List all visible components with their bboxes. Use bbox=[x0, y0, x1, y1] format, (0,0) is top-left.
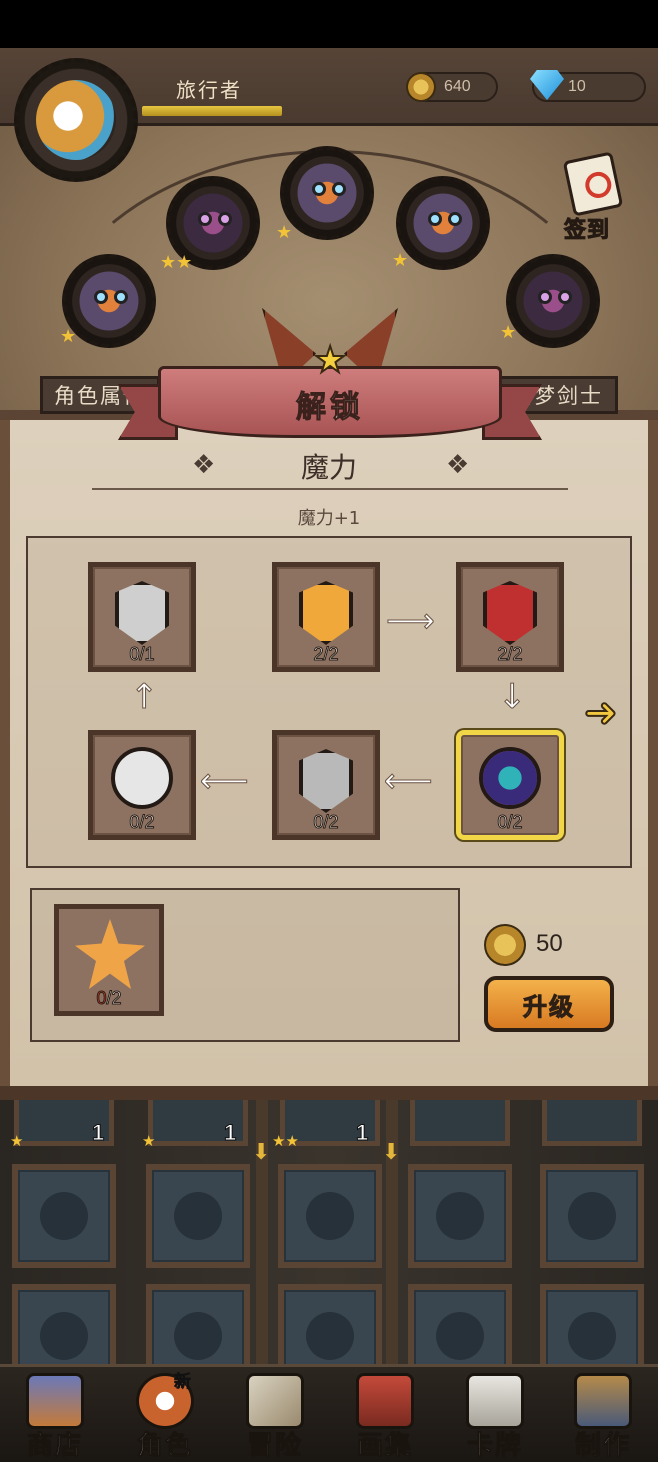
next-page-arrow-icon[interactable]: ➜ bbox=[583, 689, 618, 737]
companion-node-3[interactable] bbox=[280, 146, 374, 240]
nav-label: 角色 bbox=[136, 1431, 193, 1462]
nav-label: 画集 bbox=[356, 1431, 413, 1462]
new-badge: 新 bbox=[174, 1372, 192, 1393]
inventory-slot[interactable] bbox=[146, 1164, 250, 1268]
inventory-slot-partial[interactable] bbox=[410, 1100, 510, 1146]
companion-node-4[interactable] bbox=[396, 176, 490, 270]
star-icon: ★ bbox=[500, 322, 517, 343]
star-icon: ★ bbox=[10, 1132, 24, 1150]
checkin-label: 签到 bbox=[563, 217, 611, 244]
star-icon: ★ bbox=[276, 222, 293, 243]
nav-cards[interactable]: 卡牌 bbox=[440, 1367, 550, 1462]
gem-amount: 10 bbox=[568, 78, 586, 95]
skill-node-axe[interactable]: 0/2 bbox=[88, 730, 196, 840]
skill-node-count: 2/2 bbox=[313, 644, 339, 665]
nav-crafting[interactable]: 制作 bbox=[548, 1367, 658, 1462]
skill-node-sword[interactable]: 2/2 bbox=[272, 562, 380, 672]
star-shield-icon bbox=[115, 581, 169, 645]
player-avatar[interactable] bbox=[36, 80, 116, 160]
star-cookie-icon bbox=[75, 919, 145, 989]
checkin-button[interactable]: 签到 bbox=[558, 151, 634, 244]
inventory-slot[interactable] bbox=[12, 1284, 116, 1364]
star-icon: ★ bbox=[313, 339, 347, 382]
card-count: 1 bbox=[355, 1120, 369, 1146]
coin-icon bbox=[406, 72, 436, 102]
nav-gallery[interactable]: 画集 bbox=[330, 1367, 440, 1462]
axe-sword-circle-icon bbox=[111, 747, 173, 809]
gem-counter[interactable]: 10 bbox=[530, 70, 646, 102]
nav-adventure[interactable]: 冒险 bbox=[220, 1367, 330, 1462]
arrow-left-icon: ⟵ bbox=[384, 761, 434, 801]
castle-icon bbox=[26, 1373, 84, 1429]
banner-title: 解锁 bbox=[296, 390, 364, 426]
inventory-slot[interactable] bbox=[278, 1164, 382, 1268]
experience-bar bbox=[142, 106, 282, 116]
coin-icon bbox=[484, 924, 526, 966]
star-icon: ★ bbox=[142, 1132, 156, 1150]
upgrade-button[interactable]: 升级 bbox=[484, 976, 614, 1032]
inventory-slot[interactable] bbox=[408, 1284, 512, 1364]
heart-shield-icon bbox=[483, 581, 537, 645]
skill-node-swirl-selected[interactable]: 0/2 bbox=[456, 730, 564, 840]
skill-node-count: 0/1 bbox=[129, 644, 155, 665]
arrow-right-icon: ⟶ bbox=[386, 601, 436, 641]
inventory-slot[interactable] bbox=[146, 1284, 250, 1364]
inventory-slot[interactable] bbox=[540, 1164, 644, 1268]
skill-node-count: 0/2 bbox=[313, 812, 339, 833]
card-icon bbox=[466, 1373, 524, 1429]
card-count: 1 bbox=[223, 1120, 237, 1146]
nav-label: 卡牌 bbox=[466, 1431, 523, 1462]
nav-label: 冒险 bbox=[246, 1431, 303, 1462]
star-icon: ★★ bbox=[272, 1132, 299, 1150]
star-icon: ★ bbox=[60, 326, 77, 347]
anvil-icon bbox=[574, 1373, 632, 1429]
arrow-down-icon: ↓ bbox=[498, 677, 527, 717]
arrow-down-icon: ⬇ bbox=[382, 1140, 401, 1165]
inventory-slot[interactable] bbox=[540, 1284, 644, 1364]
companion-node-5[interactable] bbox=[506, 254, 600, 348]
skill-node-heart[interactable]: 2/2 bbox=[456, 562, 564, 672]
required-item-slot[interactable]: 0/2 bbox=[54, 904, 164, 1016]
arrow-left-icon: ⟵ bbox=[200, 761, 250, 801]
skill-node-count: 0/2 bbox=[129, 812, 155, 833]
card-count: 1 bbox=[91, 1120, 105, 1146]
bottom-navigation: 商店 新 角色 冒险 画集 卡牌 制作 bbox=[0, 1364, 658, 1462]
skill-node-count: 0/2 bbox=[497, 812, 523, 833]
skill-node-count: 2/2 bbox=[497, 644, 523, 665]
inventory-slot[interactable] bbox=[12, 1164, 116, 1268]
plain-shield-icon bbox=[299, 749, 353, 813]
sword-shield-icon bbox=[299, 581, 353, 645]
status-bar bbox=[0, 0, 658, 48]
inventory-slot-partial[interactable] bbox=[542, 1100, 642, 1146]
required-item-count: 0/2 bbox=[96, 988, 122, 1009]
coin-counter[interactable]: 640 bbox=[406, 72, 498, 102]
arrow-up-icon: ↑ bbox=[130, 677, 159, 717]
player-name: 旅行者 bbox=[176, 78, 242, 102]
skill-node-shield[interactable]: 0/2 bbox=[272, 730, 380, 840]
nav-label: 制作 bbox=[574, 1431, 631, 1462]
book-icon bbox=[356, 1373, 414, 1429]
upgrade-price: 50 bbox=[536, 930, 563, 957]
star-icon: ★ bbox=[392, 250, 409, 271]
star-icon: ★★ bbox=[160, 252, 193, 273]
swirl-orb-icon bbox=[479, 747, 541, 809]
inventory-slot[interactable] bbox=[278, 1284, 382, 1364]
nav-character[interactable]: 新 角色 bbox=[110, 1367, 220, 1462]
skill-node-star[interactable]: 0/1 bbox=[88, 562, 196, 672]
nav-shop[interactable]: 商店 bbox=[0, 1367, 110, 1462]
coin-amount: 640 bbox=[444, 78, 471, 95]
inventory-slot[interactable] bbox=[408, 1164, 512, 1268]
diamond-icon bbox=[530, 70, 564, 100]
unlock-banner: 解锁 ★ bbox=[118, 339, 542, 454]
calendar-icon bbox=[562, 151, 624, 217]
nav-label: 商店 bbox=[26, 1431, 83, 1462]
crossed-swords-icon bbox=[246, 1373, 304, 1429]
arrow-down-icon: ⬇ bbox=[252, 1140, 271, 1165]
